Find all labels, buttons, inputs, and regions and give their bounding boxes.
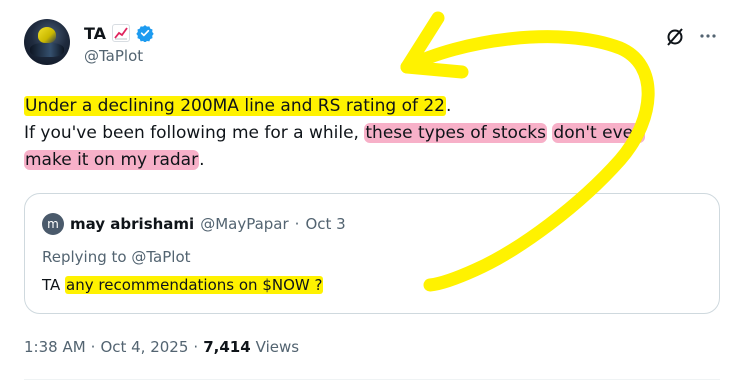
- tweet-time[interactable]: 1:38 AM: [24, 338, 86, 356]
- highlight-yellow: any recommendations on $NOW ?: [65, 276, 324, 294]
- tweet-line-3: make it on my radar.: [24, 147, 724, 174]
- quoted-date[interactable]: Oct 3: [305, 215, 345, 233]
- author-display-name[interactable]: TA: [84, 24, 106, 43]
- quoted-avatar[interactable]: m: [42, 213, 64, 235]
- quoted-text-prefix: TA: [42, 276, 61, 294]
- replying-to-label: Replying to: [42, 248, 127, 266]
- separator-dot: ·: [90, 338, 96, 356]
- verified-badge-icon[interactable]: [136, 24, 154, 43]
- highlight-pink: make it on my radar: [24, 150, 200, 170]
- highlight-pink: don't even: [552, 123, 645, 143]
- divider: [24, 379, 720, 380]
- tweet-date[interactable]: Oct 4, 2025: [100, 338, 188, 356]
- text-plain: If you've been following me for a while,: [24, 123, 365, 143]
- views-count: 7,414: [203, 338, 251, 356]
- author-name-row: TA: [84, 22, 154, 44]
- tweet-line-1: Under a declining 200MA line and RS rati…: [24, 93, 724, 120]
- tweet-card: TA @TaPlot Under a declining 200MA line …: [0, 0, 743, 386]
- author-avatar[interactable]: [24, 19, 70, 65]
- separator-dot: ·: [193, 338, 199, 356]
- quoted-author-name[interactable]: may abrishami: [70, 215, 194, 233]
- quoted-tweet-header: m may abrishami @MayPapar · Oct 3: [42, 213, 346, 235]
- views-label: Views: [255, 338, 300, 356]
- quoted-tweet-text: TA any recommendations on $NOW ?: [42, 276, 324, 294]
- highlight-pink: these types of stocks: [364, 123, 547, 143]
- more-options-icon[interactable]: [697, 25, 719, 47]
- author-handle[interactable]: @TaPlot: [84, 47, 143, 65]
- replying-to-mention[interactable]: @TaPlot: [131, 248, 190, 266]
- separator-dot: ·: [294, 215, 300, 233]
- text-period: .: [199, 150, 205, 170]
- tweet-text: Under a declining 200MA line and RS rati…: [24, 93, 724, 174]
- highlight-yellow: Under a declining 200MA line and RS rati…: [24, 96, 447, 116]
- replying-to: Replying to @TaPlot: [42, 248, 191, 266]
- tweet-metadata: 1:38 AM · Oct 4, 2025 · 7,414 Views: [24, 338, 299, 356]
- grok-icon[interactable]: [665, 27, 685, 47]
- quoted-author-handle[interactable]: @MayPapar: [200, 215, 288, 233]
- text-period: .: [446, 96, 452, 116]
- avatar-bike-shape: [30, 43, 64, 57]
- tweet-line-2: If you've been following me for a while,…: [24, 120, 724, 147]
- quoted-tweet[interactable]: m may abrishami @MayPapar · Oct 3 Replyi…: [24, 193, 720, 314]
- chart-increasing-icon: [112, 24, 131, 42]
- avatar-rider-shape: [38, 27, 56, 43]
